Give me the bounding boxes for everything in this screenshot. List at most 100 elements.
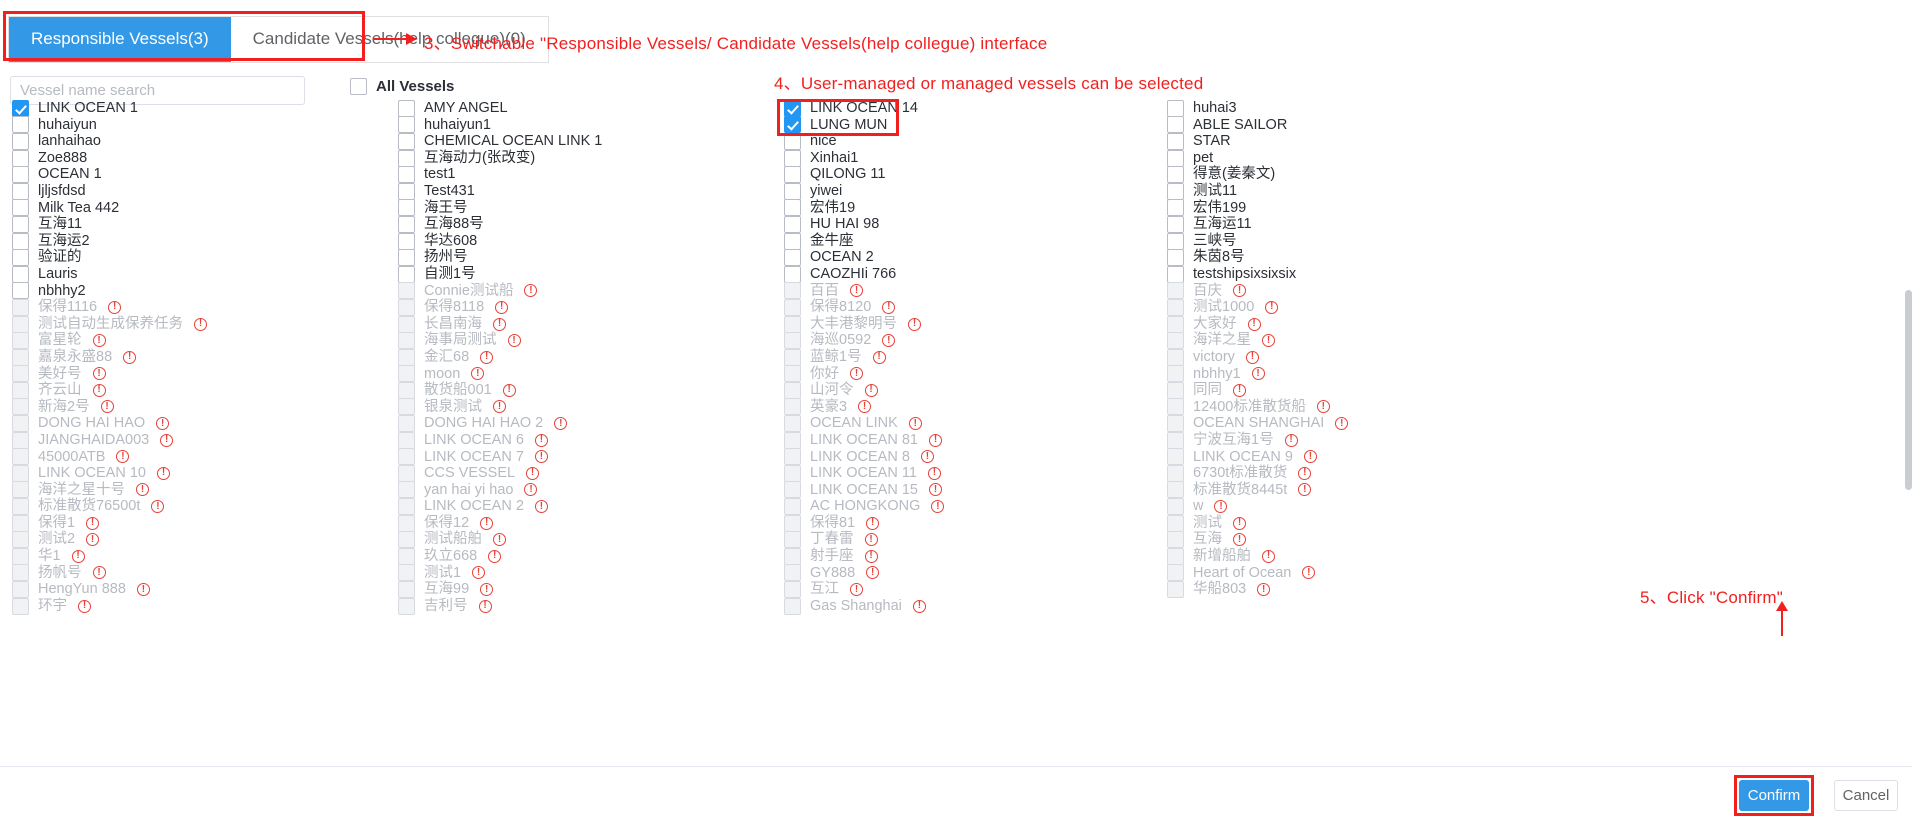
vessel-checkbox[interactable]: [398, 116, 415, 134]
vessel-row[interactable]: HU HAI 98: [784, 215, 944, 233]
vessel-checkbox[interactable]: [784, 166, 801, 184]
vessel-checkbox[interactable]: [1167, 182, 1184, 200]
vessel-row[interactable]: LINK OCEAN 14: [784, 99, 944, 117]
vessel-checkbox[interactable]: [784, 249, 801, 267]
vessel-row[interactable]: 朱茵8号: [1167, 249, 1348, 267]
vessel-checkbox[interactable]: [12, 199, 29, 217]
vessel-checkbox[interactable]: [1167, 249, 1184, 267]
vessel-row[interactable]: AMY ANGEL: [398, 99, 602, 117]
vessel-checkbox[interactable]: [12, 116, 29, 134]
vessel-row[interactable]: Lauris: [12, 265, 207, 283]
vessel-checkbox[interactable]: [12, 215, 29, 233]
vessel-checkbox[interactable]: [1167, 232, 1184, 250]
vessel-row[interactable]: 金牛座: [784, 232, 944, 250]
vessel-row[interactable]: 验证的: [12, 249, 207, 267]
vessel-checkbox[interactable]: [12, 249, 29, 267]
vessel-row[interactable]: OCEAN 2: [784, 249, 944, 267]
vessel-checkbox[interactable]: [784, 132, 801, 150]
vessel-checkbox[interactable]: [784, 232, 801, 250]
vessel-checkbox[interactable]: [1167, 149, 1184, 167]
vessel-row[interactable]: 互海运11: [1167, 215, 1348, 233]
vessel-checkbox[interactable]: [398, 265, 415, 283]
vessel-checkbox[interactable]: [12, 265, 29, 283]
vessel-checkbox[interactable]: [1167, 132, 1184, 150]
vessel-checkbox[interactable]: [1167, 116, 1184, 134]
vessel-checkbox[interactable]: [398, 232, 415, 250]
vessel-row[interactable]: 扬州号: [398, 249, 602, 267]
vessel-row[interactable]: pet: [1167, 149, 1348, 167]
vessel-row[interactable]: 华达608: [398, 232, 602, 250]
vessel-row[interactable]: Test431: [398, 182, 602, 200]
vessel-checkbox[interactable]: [12, 282, 29, 300]
vessel-row[interactable]: Xinhai1: [784, 149, 944, 167]
vessel-row[interactable]: testshipsixsixsix: [1167, 265, 1348, 283]
vessel-row[interactable]: STAR: [1167, 132, 1348, 150]
vessel-checkbox[interactable]: [784, 199, 801, 217]
vessel-row[interactable]: 互海88号: [398, 215, 602, 233]
vessel-checkbox[interactable]: [12, 149, 29, 167]
vertical-scrollbar[interactable]: [1905, 290, 1912, 490]
vessel-checkbox[interactable]: [784, 215, 801, 233]
all-vessels-checkbox-box[interactable]: [350, 78, 367, 95]
vessel-checkbox[interactable]: [12, 99, 29, 117]
vessel-row: HengYun 888!: [12, 581, 207, 599]
vessel-checkbox[interactable]: [398, 166, 415, 184]
vessel-row[interactable]: CHEMICAL OCEAN LINK 1: [398, 132, 602, 150]
vessel-row[interactable]: lanhaihao: [12, 132, 207, 150]
vessel-row[interactable]: 测试11: [1167, 182, 1348, 200]
vessel-row[interactable]: QILONG 11: [784, 166, 944, 184]
vessel-row[interactable]: Zoe888: [12, 149, 207, 167]
vessel-row[interactable]: 互海11: [12, 215, 207, 233]
vessel-row[interactable]: yiwei: [784, 182, 944, 200]
vessel-checkbox[interactable]: [1167, 166, 1184, 184]
vessel-checkbox[interactable]: [12, 182, 29, 200]
vessel-row[interactable]: Milk Tea 442: [12, 199, 207, 217]
vessel-checkbox[interactable]: [398, 99, 415, 117]
all-vessels-checkbox[interactable]: All Vessels: [350, 78, 454, 95]
vessel-checkbox[interactable]: [784, 149, 801, 167]
vessel-checkbox[interactable]: [398, 182, 415, 200]
vessel-row[interactable]: ABLE SAILOR: [1167, 116, 1348, 134]
vessel-checkbox[interactable]: [784, 265, 801, 283]
vessel-row[interactable]: OCEAN 1: [12, 166, 207, 184]
vessel-checkbox[interactable]: [1167, 99, 1184, 117]
vessel-row[interactable]: CAOZHIi 766: [784, 265, 944, 283]
vessel-row[interactable]: 互海运2: [12, 232, 207, 250]
vessel-row[interactable]: LUNG MUN: [784, 116, 944, 134]
vessel-checkbox[interactable]: [784, 182, 801, 200]
vessel-checkbox[interactable]: [398, 149, 415, 167]
cancel-button[interactable]: Cancel: [1834, 780, 1898, 811]
vessel-row[interactable]: nbhhy2: [12, 282, 207, 300]
vessel-row[interactable]: LINK OCEAN 1: [12, 99, 207, 117]
vessel-name-label: 互海99: [424, 581, 470, 598]
vessel-checkbox[interactable]: [1167, 265, 1184, 283]
vessel-row[interactable]: 自测1号: [398, 265, 602, 283]
vessel-checkbox[interactable]: [784, 99, 801, 117]
vessel-name-label: 互海动力(张改变): [424, 149, 536, 166]
vessel-checkbox[interactable]: [12, 132, 29, 150]
tab-responsible-vessels[interactable]: Responsible Vessels(3): [9, 17, 231, 62]
vessel-checkbox[interactable]: [1167, 215, 1184, 233]
vessel-row[interactable]: 海王号: [398, 199, 602, 217]
vessel-checkbox[interactable]: [12, 232, 29, 250]
vessel-row[interactable]: 三峡号: [1167, 232, 1348, 250]
vessel-row[interactable]: 得意(姜秦文): [1167, 166, 1348, 184]
vessel-row[interactable]: 宏伟199: [1167, 199, 1348, 217]
vessel-checkbox[interactable]: [1167, 199, 1184, 217]
vessel-row[interactable]: huhai3: [1167, 99, 1348, 117]
vessel-checkbox[interactable]: [398, 215, 415, 233]
vessel-row[interactable]: huhaiyun1: [398, 116, 602, 134]
vessel-row[interactable]: huhaiyun: [12, 116, 207, 134]
vessel-checkbox[interactable]: [398, 199, 415, 217]
confirm-button[interactable]: Confirm: [1739, 780, 1809, 811]
vessel-row[interactable]: nice: [784, 132, 944, 150]
vessel-checkbox[interactable]: [398, 132, 415, 150]
vessel-checkbox[interactable]: [398, 249, 415, 267]
vessel-checkbox[interactable]: [12, 166, 29, 184]
vessel-row[interactable]: 宏伟19: [784, 199, 944, 217]
vessel-row[interactable]: 互海动力(张改变): [398, 149, 602, 167]
vessel-name-label: Heart of Ocean: [1193, 564, 1292, 581]
vessel-checkbox[interactable]: [784, 116, 801, 134]
vessel-row[interactable]: ljljsfdsd: [12, 182, 207, 200]
vessel-row[interactable]: test1: [398, 166, 602, 184]
